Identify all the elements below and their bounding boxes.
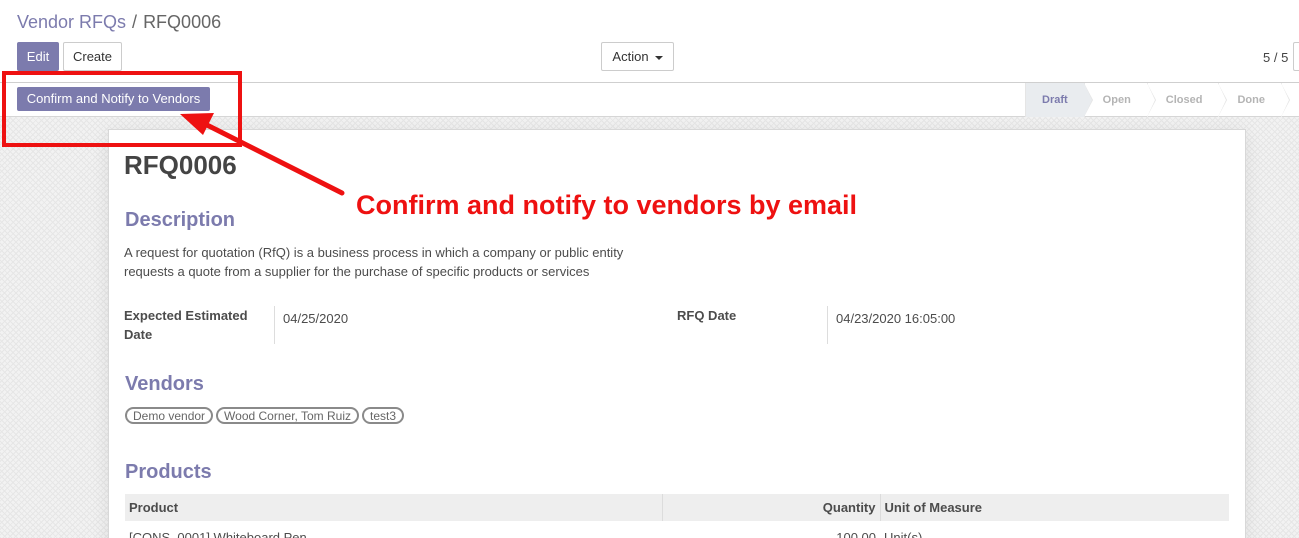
products-table: Product Quantity Unit of Measure [CONS_0… [125, 494, 1229, 538]
stage-label: Done [1237, 94, 1265, 106]
stage-label: Closed [1165, 94, 1203, 106]
stage-pipeline: Draft Open Closed Done Ca [1025, 83, 1299, 117]
breadcrumb-separator: / [132, 12, 138, 32]
column-header-uom[interactable]: Unit of Measure [880, 494, 1229, 521]
stage-label: Open [1102, 94, 1131, 106]
table-header-row: Product Quantity Unit of Measure [125, 494, 1229, 521]
quantity-cell: 100.00 [836, 530, 876, 538]
vendor-tag[interactable]: Demo vendor [125, 407, 214, 424]
create-button[interactable]: Create [63, 42, 122, 71]
column-header-quantity[interactable]: Quantity [662, 494, 881, 521]
chevron-fill [1146, 83, 1155, 117]
column-header-product[interactable]: Product [125, 494, 663, 521]
expected-date-value[interactable]: 04/25/2020 [283, 311, 348, 326]
rfq-date-label: RFQ Date [677, 308, 737, 323]
annotation-text: Confirm and notify to vendors by email [356, 190, 858, 220]
pager-value: 5 / 5 [1263, 50, 1289, 65]
rfq-date-value[interactable]: 04/23/2020 16:05:00 [836, 311, 955, 326]
uom-cell: Unit(s) [884, 530, 923, 538]
action-dropdown-button[interactable]: Action [601, 42, 674, 71]
record-title: RFQ0006 [124, 150, 237, 180]
breadcrumb: Vendor RFQs / RFQ0006 [17, 12, 221, 33]
vendor-tag[interactable]: Wood Corner, Tom Ruiz [216, 407, 359, 424]
annotation-highlight-box [2, 71, 242, 147]
stage-label: Draft [1042, 94, 1068, 106]
stage-closed[interactable]: Closed [1146, 83, 1228, 117]
vendors-heading: Vendors [125, 373, 204, 395]
edit-button[interactable]: Edit [17, 42, 59, 71]
caret-down-icon [654, 55, 663, 60]
chevron-fill [1083, 83, 1092, 117]
chevron-fill [1280, 83, 1289, 117]
expected-date-label: Expected Estimated Date [124, 308, 248, 342]
field-divider [827, 306, 828, 344]
pager-previous-button[interactable] [1293, 42, 1299, 71]
stage-draft[interactable]: Draft [1025, 83, 1093, 117]
breadcrumb-current: RFQ0006 [143, 12, 222, 32]
action-label: Action [612, 49, 649, 64]
product-cell: [CONS_0001] Whiteboard Pen [129, 530, 307, 538]
description-heading: Description [125, 209, 236, 231]
stage-done[interactable]: Done [1218, 83, 1290, 117]
chevron-fill [1218, 83, 1227, 117]
vendor-tags: Demo vendor Wood Corner, Tom Ruiz test3 [125, 407, 405, 424]
breadcrumb-parent-link[interactable]: Vendor RFQs [17, 12, 126, 32]
table-row[interactable]: [CONS_0001] Whiteboard Pen 100.00 Unit(s… [125, 521, 1229, 538]
vendor-tag[interactable]: test3 [362, 407, 405, 424]
field-divider [274, 306, 275, 344]
description-text: A request for quotation (RfQ) is a busin… [124, 245, 624, 279]
products-heading: Products [125, 461, 212, 483]
stage-open[interactable]: Open [1083, 83, 1156, 117]
